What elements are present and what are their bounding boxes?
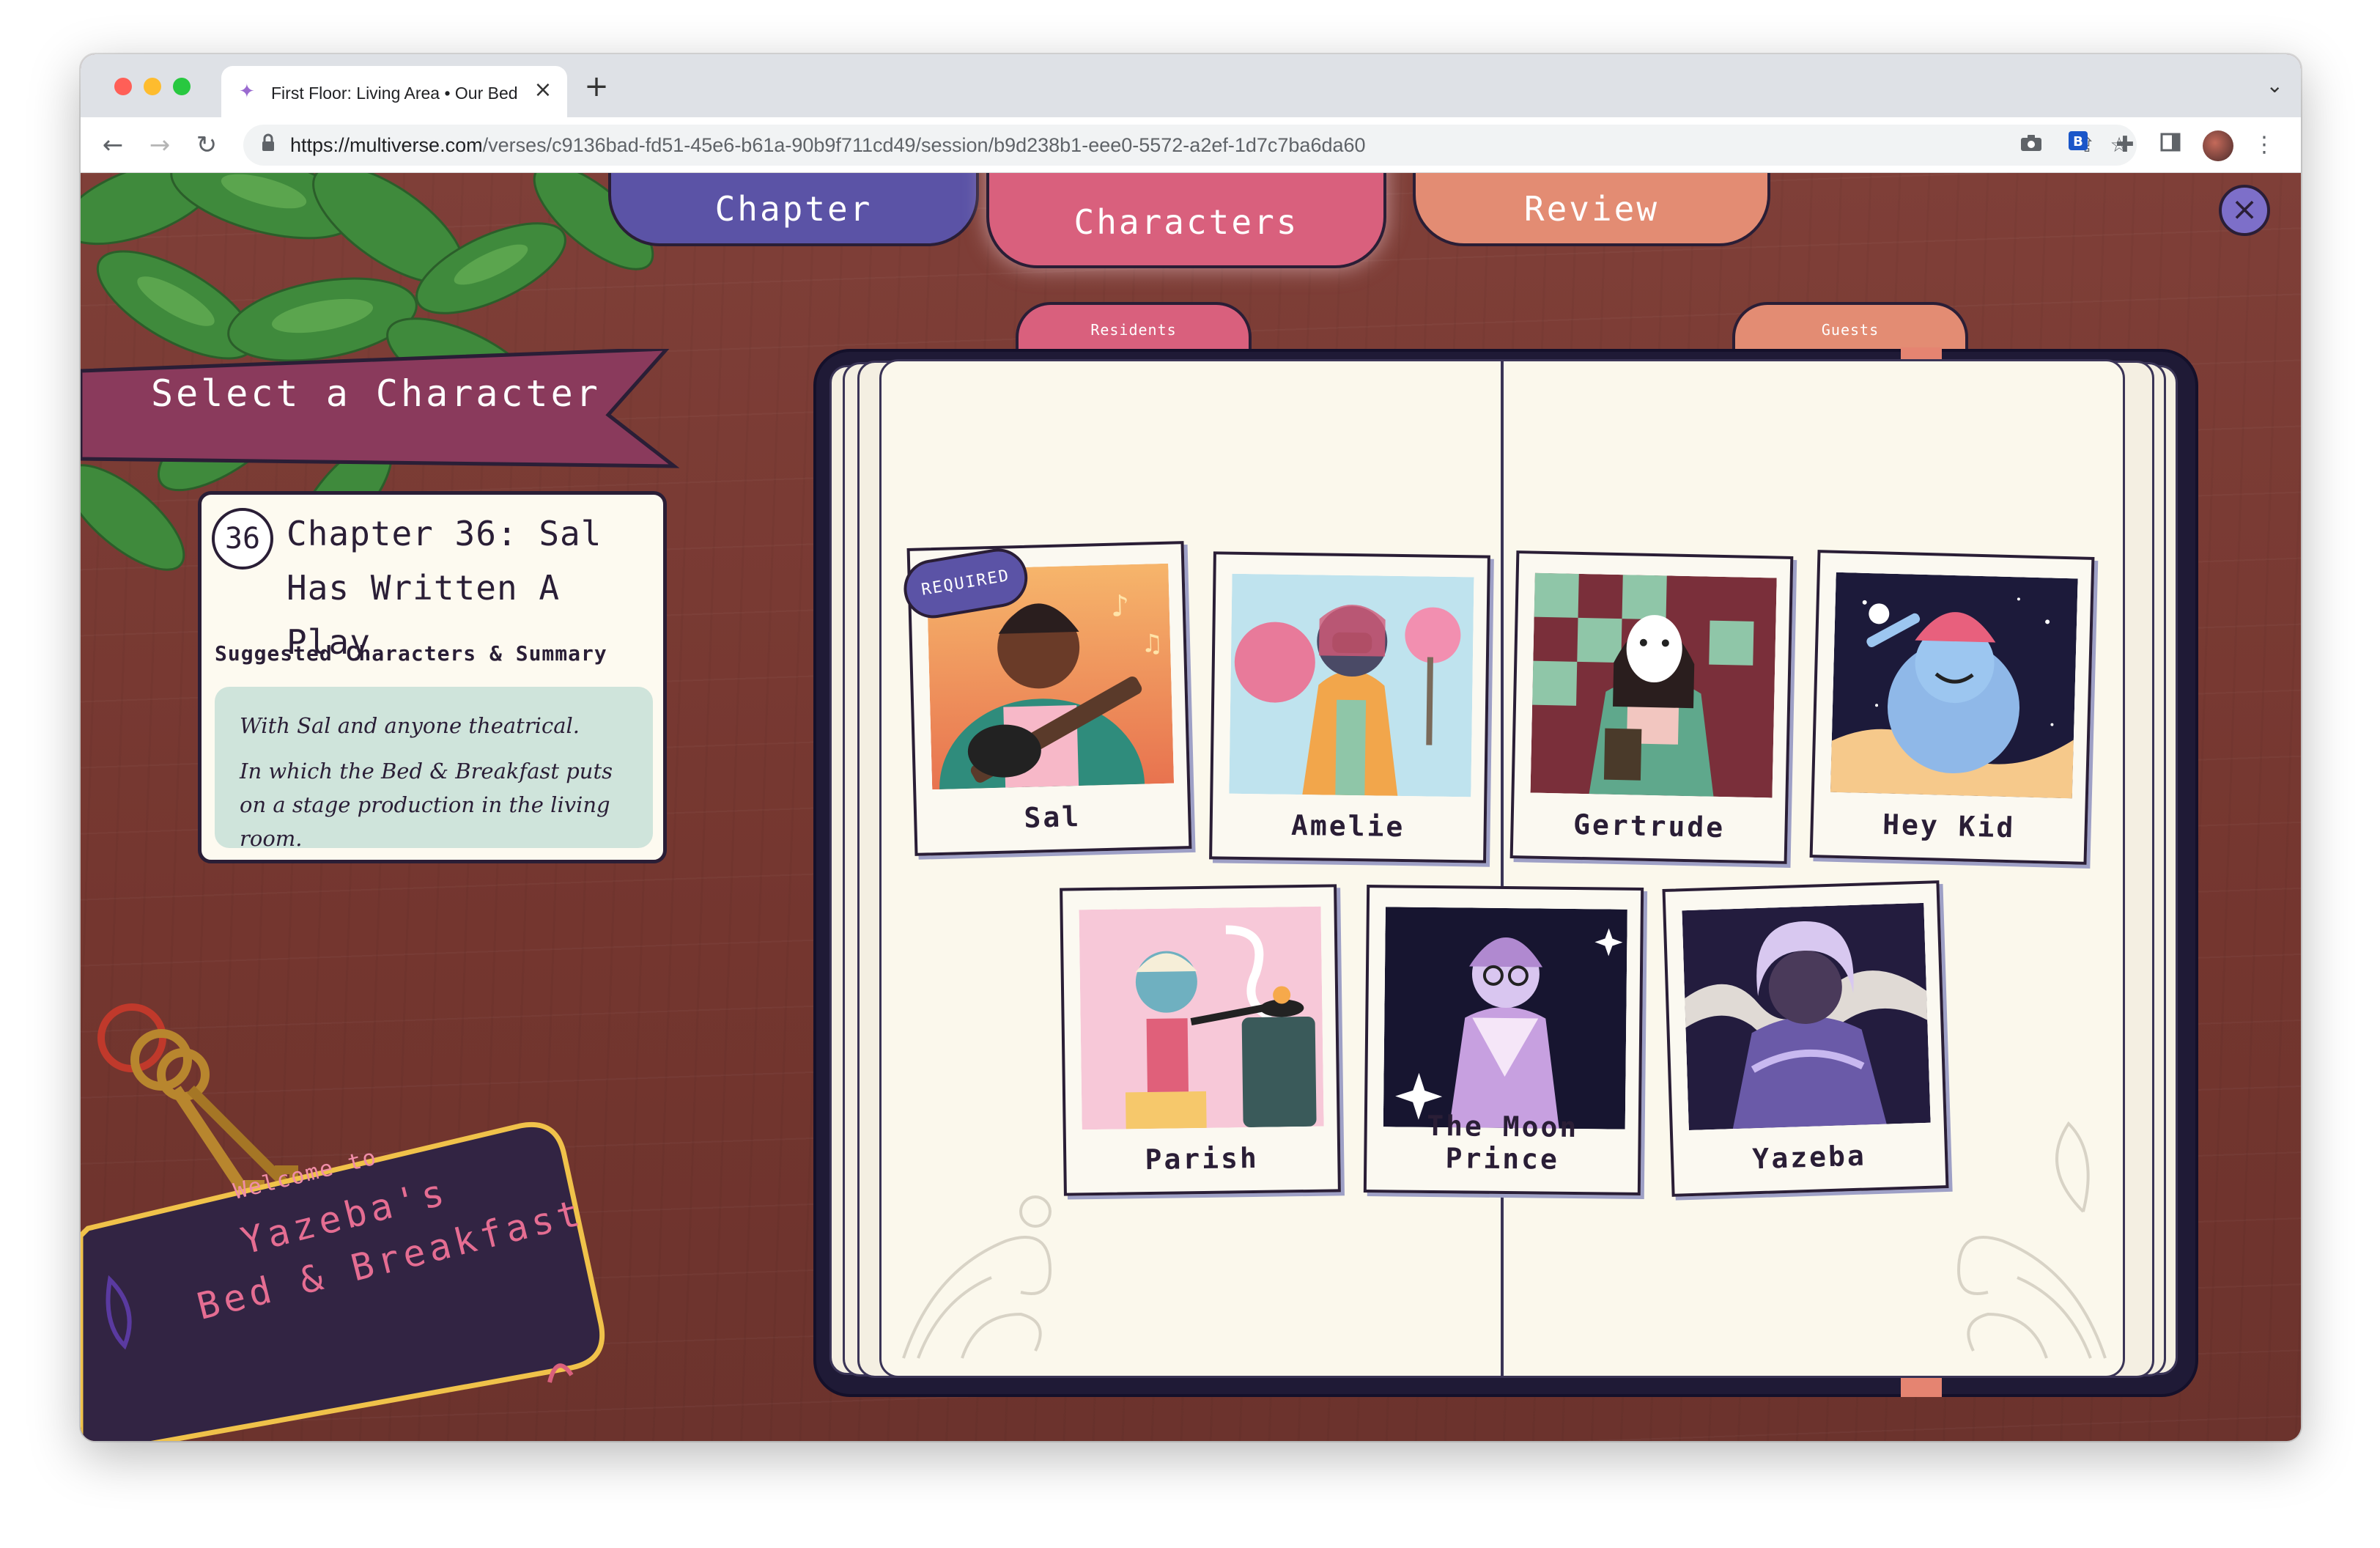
character-card-moon-prince[interactable]: The Moon Prince bbox=[1363, 885, 1644, 1195]
character-portrait bbox=[1830, 572, 2078, 799]
suggested-label: Suggested Characters & Summary bbox=[215, 641, 607, 666]
character-portrait bbox=[1079, 906, 1324, 1130]
puzzle-icon[interactable]: ✚ bbox=[2109, 129, 2141, 161]
camera-icon[interactable] bbox=[2015, 129, 2047, 161]
sidebar-icon[interactable] bbox=[2154, 129, 2187, 161]
plus-icon[interactable]: + bbox=[582, 72, 611, 101]
character-name: Hey Kid bbox=[1882, 808, 2016, 844]
character-portrait bbox=[1682, 902, 1931, 1131]
character-card-sal[interactable]: ♪ ♫ REQUIRED Sal bbox=[899, 541, 1192, 856]
character-name: Parish bbox=[1145, 1141, 1260, 1176]
chapter-number-badge: 36 bbox=[212, 508, 273, 570]
book-spine bbox=[1501, 361, 1504, 1376]
summary-characters: With Sal and anyone theatrical. bbox=[240, 713, 580, 738]
chapter-summary-card: 36 Chapter 36: Sal Has Written A Play Su… bbox=[198, 491, 667, 863]
swirl-ornament bbox=[902, 1195, 1052, 1359]
chevron-down-icon[interactable]: ⌄ bbox=[2266, 73, 2283, 97]
maximize-window-button[interactable] bbox=[173, 78, 191, 95]
character-name: Amelie bbox=[1290, 808, 1405, 844]
character-card-parish[interactable]: Parish bbox=[1060, 884, 1341, 1196]
tab-characters[interactable]: Characters bbox=[986, 173, 1386, 268]
character-name: Yazeba bbox=[1751, 1139, 1867, 1176]
character-card-yazeba[interactable]: Yazeba bbox=[1662, 880, 1949, 1197]
tab-bar: ✦ First Floor: Living Area • Our Bed & B… bbox=[81, 54, 2301, 117]
character-name: Sal bbox=[1023, 800, 1082, 834]
minimize-window-button[interactable] bbox=[144, 78, 161, 95]
summary-box: With Sal and anyone theatrical. In which… bbox=[215, 687, 653, 851]
character-card-hey-kid[interactable]: Hey Kid bbox=[1809, 550, 2095, 865]
reload-icon[interactable]: ↻ bbox=[191, 129, 223, 161]
character-portrait bbox=[1229, 573, 1474, 797]
browser-tab[interactable]: ✦ First Floor: Living Area • Our Bed & B… bbox=[221, 66, 567, 117]
character-card-gertrude[interactable]: Gertrude bbox=[1509, 550, 1794, 864]
multiverse-logo-icon: ✦ bbox=[239, 81, 255, 103]
app-canvas: Chapter Review Characters × Select a Cha… bbox=[81, 173, 2301, 1441]
svg-text:♫: ♫ bbox=[1141, 629, 1164, 659]
select-character-heading: Select a Character bbox=[151, 372, 601, 415]
tab-title: First Floor: Living Area • Our Bed & Bre… bbox=[271, 84, 520, 103]
character-card-amelie[interactable]: Amelie bbox=[1209, 551, 1490, 863]
arrow-right-icon[interactable]: → bbox=[144, 129, 176, 161]
bookmark-ribbon bbox=[1901, 1375, 1942, 1397]
summary-description: In which the Bed & Breakfast puts on a s… bbox=[240, 759, 613, 851]
extension-icon[interactable]: B bbox=[2062, 129, 2094, 161]
tab-review[interactable]: Review bbox=[1413, 173, 1770, 246]
arrow-left-icon[interactable]: ← bbox=[97, 129, 129, 161]
character-book: ♪ ♫ REQUIRED Sal Amelie Gertrude Hey Kid… bbox=[813, 347, 2198, 1397]
tab-chapter[interactable]: Chapter bbox=[608, 173, 979, 246]
character-name: Gertrude bbox=[1572, 808, 1726, 844]
browser-toolbar: ← → ↻ https://multiverse.com/verses/c913… bbox=[81, 117, 2301, 173]
character-portrait bbox=[1530, 572, 1777, 798]
avatar[interactable] bbox=[2203, 130, 2233, 161]
browser-window: ✦ First Floor: Living Area • Our Bed & B… bbox=[81, 54, 2301, 1441]
book-page: ♪ ♫ REQUIRED Sal Amelie Gertrude Hey Kid… bbox=[879, 359, 2125, 1378]
character-portrait bbox=[1383, 907, 1627, 1129]
character-name: The Moon Prince bbox=[1427, 1109, 1579, 1176]
close-window-button[interactable] bbox=[114, 78, 132, 95]
close-icon[interactable]: × bbox=[2219, 185, 2270, 236]
kebab-menu-icon[interactable]: ⋮ bbox=[2248, 129, 2280, 161]
url-text: https://multiverse.com/verses/c9136bad-f… bbox=[290, 134, 1366, 156]
swirl-ornament bbox=[1956, 1121, 2107, 1359]
lock-icon bbox=[261, 133, 276, 157]
svg-text:♪: ♪ bbox=[1110, 589, 1130, 624]
close-icon[interactable]: × bbox=[529, 76, 557, 104]
svg-text:B: B bbox=[2073, 134, 2083, 150]
address-bar[interactable]: https://multiverse.com/verses/c9136bad-f… bbox=[243, 125, 2137, 166]
